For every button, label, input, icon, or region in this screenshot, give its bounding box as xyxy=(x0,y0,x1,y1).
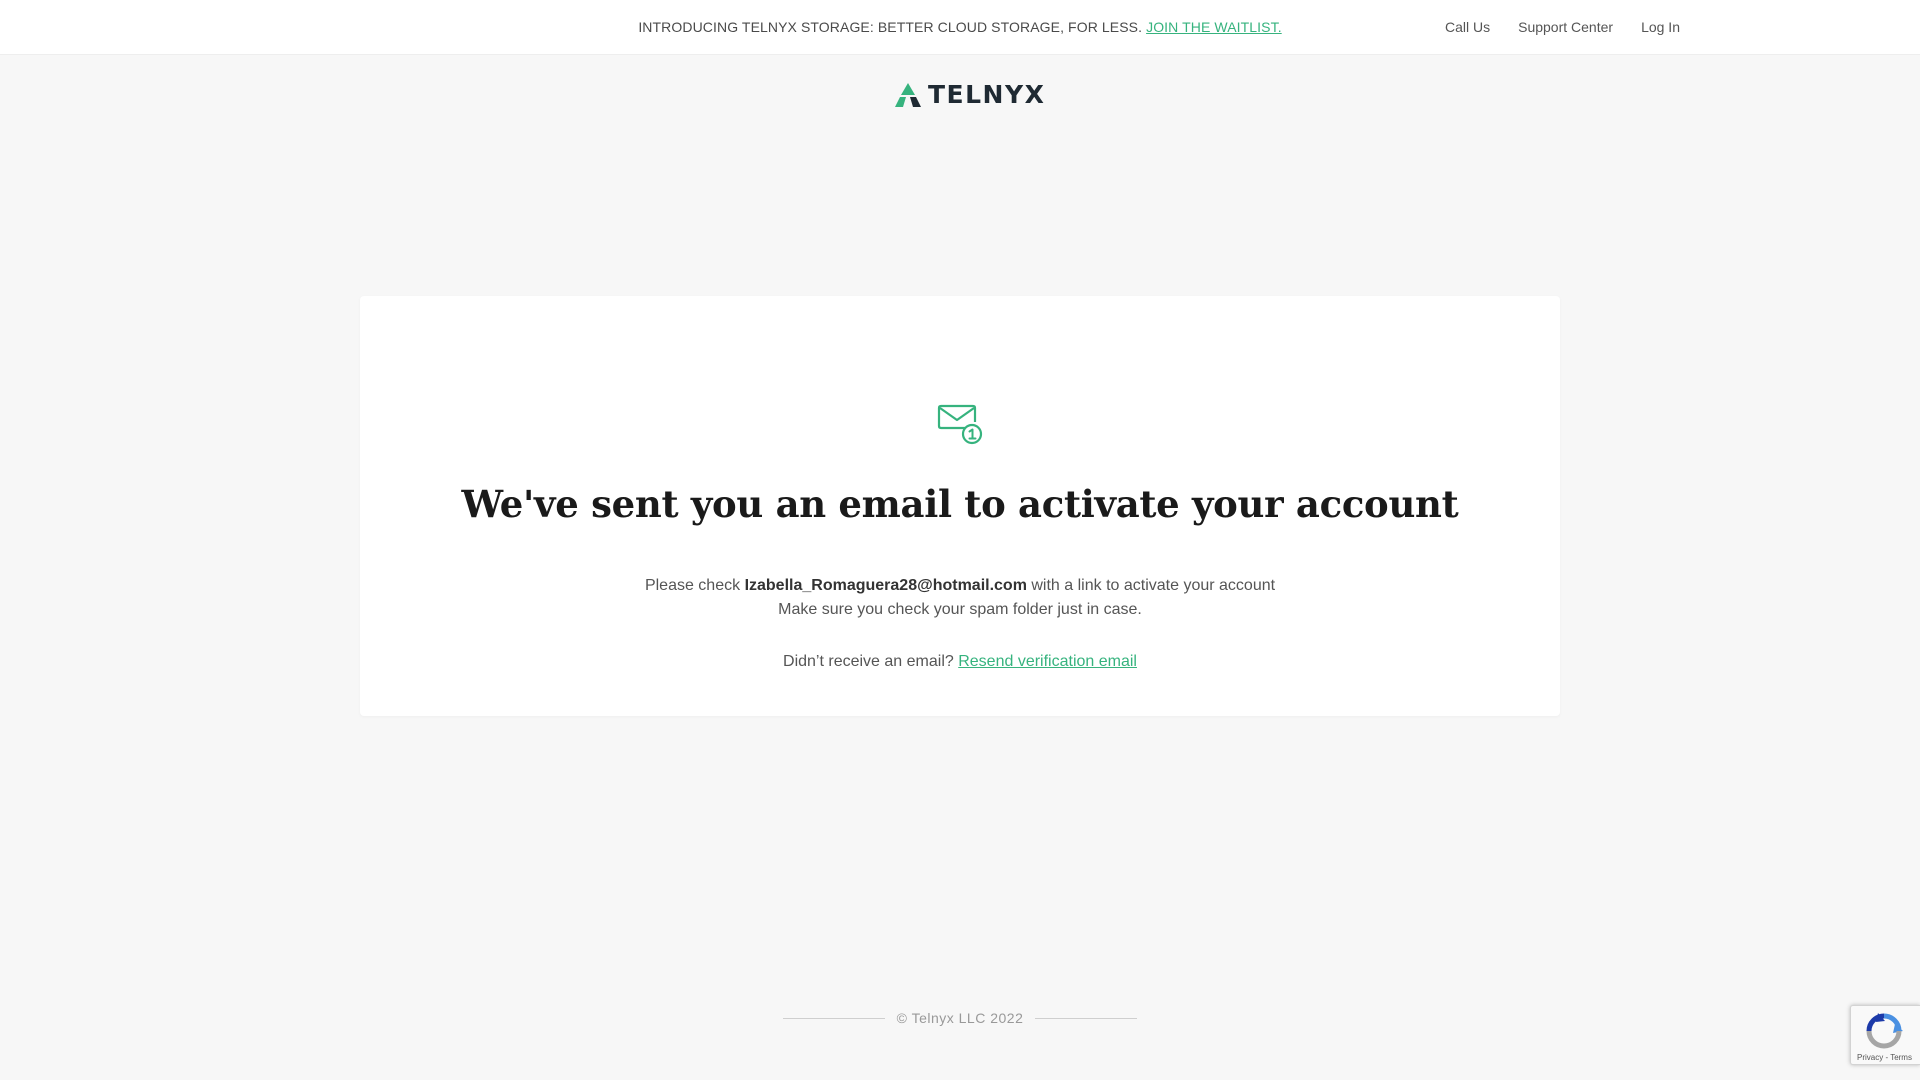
page-title: We've sent you an email to activate your… xyxy=(461,482,1459,526)
spam-notice: Make sure you check your spam folder jus… xyxy=(778,601,1142,618)
top-nav: Call Us Support Center Log In xyxy=(1445,19,1680,35)
announcement-bar: INTRODUCING TELNYX STORAGE: BETTER CLOUD… xyxy=(0,0,1920,55)
call-us-link[interactable]: Call Us xyxy=(1445,19,1490,35)
resend-prompt: Didn’t receive an email? xyxy=(783,653,954,670)
check-suffix: with a link to activate your account xyxy=(1031,577,1276,594)
copyright: © Telnyx LLC 2022 xyxy=(896,1010,1024,1026)
support-center-link[interactable]: Support Center xyxy=(1518,19,1613,35)
resend-row: Didn’t receive an email? Resend verifica… xyxy=(360,653,1560,671)
recaptcha-icon xyxy=(1866,1013,1903,1049)
activation-card: We've sent you an email to activate your… xyxy=(360,296,1560,716)
footer-divider-right xyxy=(1035,1017,1138,1019)
recaptcha-links[interactable]: Privacy - Terms xyxy=(1857,1053,1912,1062)
mail-notification-icon xyxy=(937,404,983,445)
resend-verification-link[interactable]: Resend verification email xyxy=(958,653,1137,670)
telnyx-logo-icon xyxy=(895,83,921,107)
user-email: Izabella_Romaguera28@hotmail.com xyxy=(744,577,1027,594)
logo-wordmark: TELNYX xyxy=(928,80,1046,109)
recaptcha-badge[interactable]: Privacy - Terms xyxy=(1850,1005,1920,1065)
check-prefix: Please check xyxy=(644,577,741,594)
footer: © Telnyx LLC 2022 xyxy=(0,1010,1920,1026)
announcement-text: INTRODUCING TELNYX STORAGE: BETTER CLOUD… xyxy=(638,19,1143,35)
log-in-link[interactable]: Log In xyxy=(1641,19,1680,35)
check-email-message: Please check Izabella_Romaguera28@hotmai… xyxy=(360,577,1560,595)
join-waitlist-link[interactable]: JOIN THE WAITLIST. xyxy=(1146,19,1282,35)
telnyx-logo[interactable]: TELNYX xyxy=(894,81,1045,109)
footer-divider-left xyxy=(782,1017,885,1019)
